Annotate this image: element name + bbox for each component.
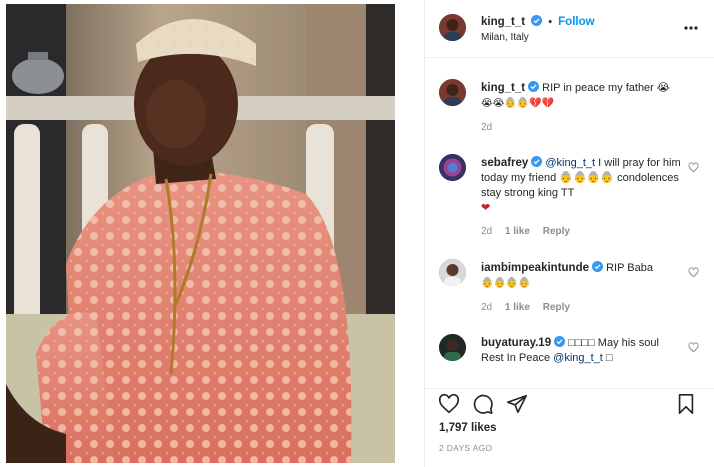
author-username[interactable]: king_t_t [481, 16, 525, 28]
comment-mention[interactable]: @king_t_t [553, 352, 603, 364]
comment-icon[interactable] [472, 393, 494, 415]
paper-plane-icon[interactable] [506, 393, 528, 415]
heart-emoji: ❤ [481, 202, 491, 214]
comment-like-count[interactable]: 1 like [505, 302, 530, 313]
commenter-avatar[interactable] [439, 259, 466, 286]
post-side-panel: king_t_t • Follow Milan, Italy king_t_t … [424, 0, 714, 467]
like-count[interactable]: 1,797 likes [439, 422, 497, 434]
comment-time[interactable]: 2d [481, 226, 492, 237]
verified-badge-icon [528, 81, 540, 92]
post-photo-pane [0, 0, 424, 467]
commenter-avatar[interactable] [439, 154, 466, 181]
comment-text: RIP in peace my father 😭 [542, 82, 670, 94]
reply-button[interactable]: Reply [543, 302, 570, 313]
commenter-username[interactable]: iambimpeakintunde [481, 262, 589, 274]
bookmark-icon[interactable] [675, 393, 697, 415]
post-timestamp[interactable]: 2 DAYS AGO [439, 443, 492, 453]
post-header: king_t_t • Follow Milan, Italy [425, 0, 714, 58]
commenter-avatar[interactable] [439, 79, 466, 106]
commenter-username[interactable]: buyaturay.19 [481, 337, 551, 349]
portrait-image [6, 4, 395, 463]
post-photo[interactable] [6, 4, 395, 463]
post-location[interactable]: Milan, Italy [481, 32, 529, 43]
post-action-bar: 1,797 likes 2 DAYS AGO [425, 388, 714, 467]
like-comment-heart-icon[interactable] [688, 267, 699, 278]
comment-text: RIP Baba [606, 262, 653, 274]
verified-badge-icon [592, 261, 603, 272]
comment-time[interactable]: 2d [481, 122, 492, 133]
comment-emoji: 👵👵👵👵 [481, 278, 531, 289]
commenter-avatar[interactable] [439, 334, 466, 361]
comment-trailing-glyph: □ [605, 352, 613, 364]
heart-icon[interactable] [438, 393, 460, 415]
like-comment-heart-icon[interactable] [688, 162, 699, 173]
comment-time[interactable]: 2d [481, 302, 492, 313]
comment-emoji: 😭😭👵👵💔💔 [481, 98, 555, 109]
follow-button[interactable]: Follow [558, 16, 594, 28]
verified-badge-icon [531, 15, 543, 26]
reply-button[interactable]: Reply [543, 226, 570, 237]
like-comment-heart-icon[interactable] [688, 342, 699, 353]
author-avatar[interactable] [439, 14, 466, 41]
verified-badge-icon [531, 156, 543, 167]
header-separator: • [548, 16, 553, 28]
more-options-icon[interactable] [683, 20, 699, 36]
comments-list: king_t_t RIP in peace my father 😭 😭😭👵👵💔💔… [425, 58, 714, 388]
commenter-username[interactable]: king_t_t [481, 82, 525, 94]
comment-mention[interactable]: @king_t_t [545, 157, 595, 169]
commenter-username[interactable]: sebafrey [481, 157, 528, 169]
verified-badge-icon [554, 336, 566, 347]
comment-like-count[interactable]: 1 like [505, 226, 530, 237]
